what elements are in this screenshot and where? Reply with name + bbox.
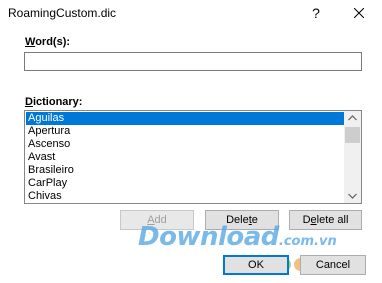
title-bar: RoamingCustom.dic ? [0, 0, 382, 28]
scroll-up-button[interactable] [344, 111, 361, 125]
dictionary-listbox[interactable]: Aguilas Apertura Ascenso Avast Brasileiro Car… [24, 110, 362, 204]
close-button[interactable] [345, 2, 373, 24]
list-item[interactable]: Apertura [26, 125, 344, 138]
chevron-up-icon [348, 115, 357, 121]
scrollbar-thumb[interactable] [345, 127, 360, 143]
scroll-down-button[interactable] [344, 189, 361, 203]
close-icon [354, 8, 364, 18]
ok-button[interactable]: OK [223, 255, 289, 275]
vertical-scrollbar[interactable] [344, 111, 361, 203]
list-item[interactable]: Chivas [26, 190, 344, 203]
watermark-logo: Download.com.vn [138, 222, 337, 252]
cancel-button[interactable]: Cancel [300, 255, 366, 275]
words-input[interactable] [24, 52, 362, 71]
chevron-down-icon [348, 193, 357, 199]
list-item[interactable]: CarPlay [26, 177, 344, 190]
list-item[interactable]: Avast [26, 151, 344, 164]
dictionary-list: Aguilas Apertura Ascenso Avast Brasileiro Car… [26, 112, 344, 203]
list-item[interactable]: Aguilas [26, 112, 344, 125]
list-item[interactable]: Ascenso [26, 138, 344, 151]
window-title: RoamingCustom.dic [8, 6, 117, 20]
dictionary-label: Dictionary: [25, 96, 83, 108]
watermark-brand: Download [138, 222, 279, 252]
watermark-domain: .com.vn [278, 234, 337, 249]
help-button[interactable]: ? [305, 2, 327, 24]
list-item[interactable]: Brasileiro [26, 164, 344, 177]
words-label: Word(s): [25, 36, 71, 48]
